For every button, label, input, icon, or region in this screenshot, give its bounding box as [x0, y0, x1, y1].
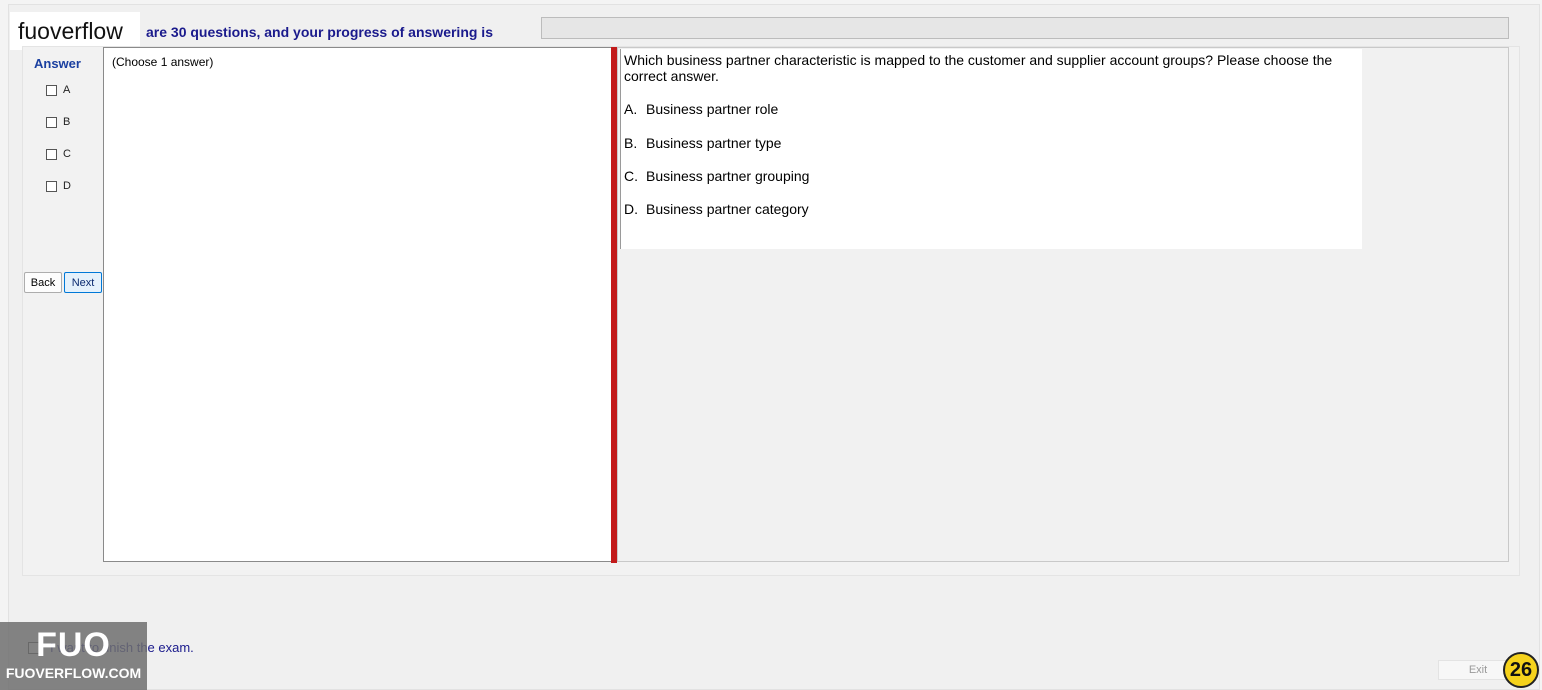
watermark-big: FUO	[36, 626, 111, 664]
choice-text-a: Business partner role	[646, 101, 779, 117]
question-text: Which business partner characteristic is…	[624, 52, 1333, 84]
watermark-small: FUOVERFLOW.COM	[5, 665, 142, 681]
answer-title: Answer	[34, 56, 81, 71]
site-logo: fuoverflow	[10, 12, 140, 50]
checkbox-c[interactable]	[46, 148, 57, 160]
option-label-d: D	[63, 180, 71, 192]
choice-letter-a: A.	[624, 101, 638, 117]
choice-d: D. Business partner category	[624, 201, 809, 217]
checkbox-b[interactable]	[46, 116, 57, 128]
checkbox-a[interactable]	[46, 84, 57, 96]
choice-text-d: Business partner category	[646, 201, 809, 217]
back-button[interactable]: Back	[24, 272, 62, 293]
choice-letter-b: B.	[624, 135, 638, 151]
checkbox-d[interactable]	[46, 180, 57, 192]
question-content: Which business partner characteristic is…	[620, 49, 1362, 249]
answer-option-d[interactable]: D	[46, 180, 71, 192]
progress-text: are 30 questions, and your progress of a…	[146, 24, 493, 40]
next-button[interactable]: Next	[64, 272, 102, 293]
choice-a: A. Business partner role	[624, 101, 778, 117]
watermark-logo: FUO FUOVERFLOW.COM	[0, 622, 147, 690]
answer-notes-panel: (Choose 1 answer)	[103, 47, 613, 562]
option-label-c: C	[63, 148, 71, 160]
option-label-b: B	[63, 116, 71, 128]
choice-c: C. Business partner grouping	[624, 168, 809, 184]
choice-b: B. Business partner type	[624, 135, 781, 151]
choose-label: (Choose 1 answer)	[112, 55, 214, 69]
page-number-badge: 26	[1503, 652, 1539, 688]
answer-option-b[interactable]: B	[46, 116, 70, 128]
progress-bar	[541, 17, 1509, 39]
choice-letter-d: D.	[624, 201, 638, 217]
choice-text-c: Business partner grouping	[646, 168, 810, 184]
answer-option-a[interactable]: A	[46, 84, 70, 96]
choice-text-b: Business partner type	[646, 135, 782, 151]
option-label-a: A	[63, 84, 71, 96]
answer-option-c[interactable]: C	[46, 148, 71, 160]
choice-letter-c: C.	[624, 168, 638, 184]
